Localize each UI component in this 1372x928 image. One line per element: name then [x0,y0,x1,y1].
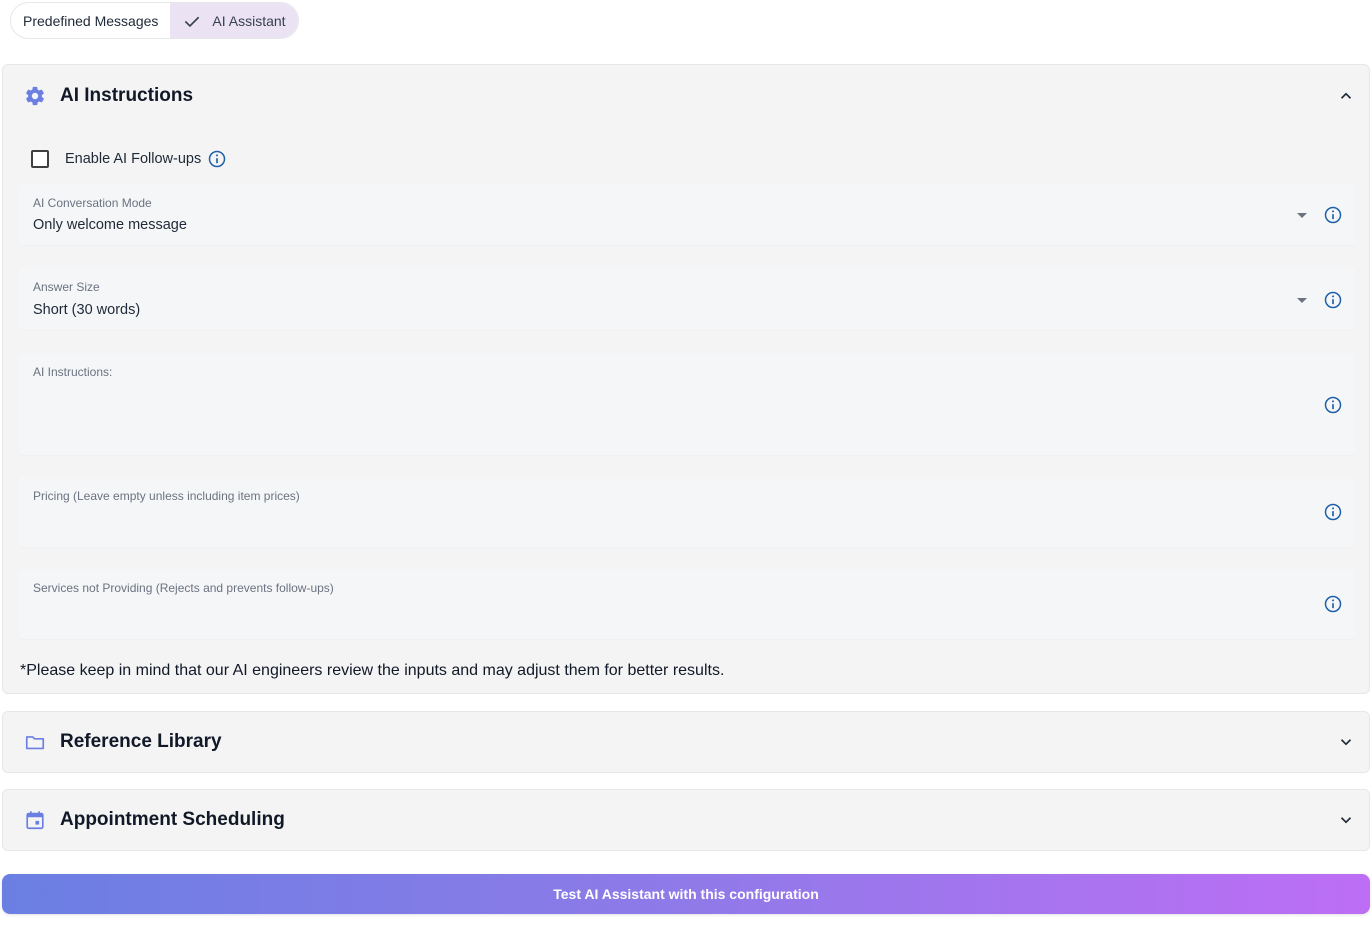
reference-library-panel: Reference Library [2,711,1370,773]
tab-ai-assistant[interactable]: AI Assistant [170,3,298,38]
ai-instructions-textarea[interactable]: AI Instructions: [19,353,1355,456]
answer-size-select[interactable]: Answer Size Short (30 words) [19,268,1355,331]
tab-ai-assistant-label: AI Assistant [212,12,286,29]
appointment-scheduling-header[interactable]: Appointment Scheduling [3,790,1369,850]
conversation-mode-label: AI Conversation Mode [33,196,152,210]
ai-instructions-title: AI Instructions [60,85,194,106]
pricing-field-label: Pricing (Leave empty unless including it… [33,489,300,503]
enable-followups-label: Enable AI Follow-ups [65,151,202,167]
ai-instructions-header[interactable]: AI Instructions [3,65,1369,127]
ai-instructions-panel: AI Instructions Enable AI Follow-ups AI … [2,64,1370,694]
test-ai-assistant-button[interactable]: Test AI Assistant with this configuratio… [2,874,1370,914]
reference-library-title: Reference Library [60,731,222,752]
assistant-mode-toggle: Predefined Messages AI Assistant [10,2,299,39]
info-icon[interactable] [1323,290,1343,310]
info-icon[interactable] [1323,205,1343,225]
info-icon[interactable] [1323,594,1343,614]
info-icon[interactable] [207,149,227,169]
services-not-providing-label: Services not Providing (Rejects and prev… [33,581,334,595]
check-icon [185,16,200,27]
info-icon[interactable] [1323,395,1343,415]
services-not-providing-textarea[interactable]: Services not Providing (Rejects and prev… [19,569,1355,640]
chevron-down-icon[interactable] [1337,811,1355,829]
dropdown-arrow-icon[interactable] [1297,213,1307,218]
conversation-mode-value: Only welcome message [33,217,187,233]
appointment-scheduling-panel: Appointment Scheduling [2,789,1370,851]
folder-icon [25,736,45,750]
conversation-mode-select[interactable]: AI Conversation Mode Only welcome messag… [19,184,1355,246]
appointment-scheduling-title: Appointment Scheduling [60,809,285,830]
answer-size-label: Answer Size [33,280,100,294]
info-icon[interactable] [1323,502,1343,522]
answer-size-value: Short (30 words) [33,302,141,318]
chevron-up-icon[interactable] [1337,87,1355,105]
calendar-icon [26,811,44,830]
chevron-down-icon[interactable] [1337,733,1355,751]
gear-icon [26,86,44,106]
dropdown-arrow-icon[interactable] [1297,298,1307,303]
tab-predefined-messages[interactable]: Predefined Messages [11,3,170,38]
reference-library-header[interactable]: Reference Library [3,712,1369,772]
enable-followups-checkbox[interactable] [31,150,49,168]
tab-predefined-messages-label: Predefined Messages [23,12,159,29]
pricing-textarea[interactable]: Pricing (Leave empty unless including it… [19,477,1355,548]
ai-instructions-field-label: AI Instructions: [33,365,113,379]
ai-review-note: *Please keep in mind that our AI enginee… [20,662,725,679]
enable-followups-row: Enable AI Follow-ups [31,149,227,169]
